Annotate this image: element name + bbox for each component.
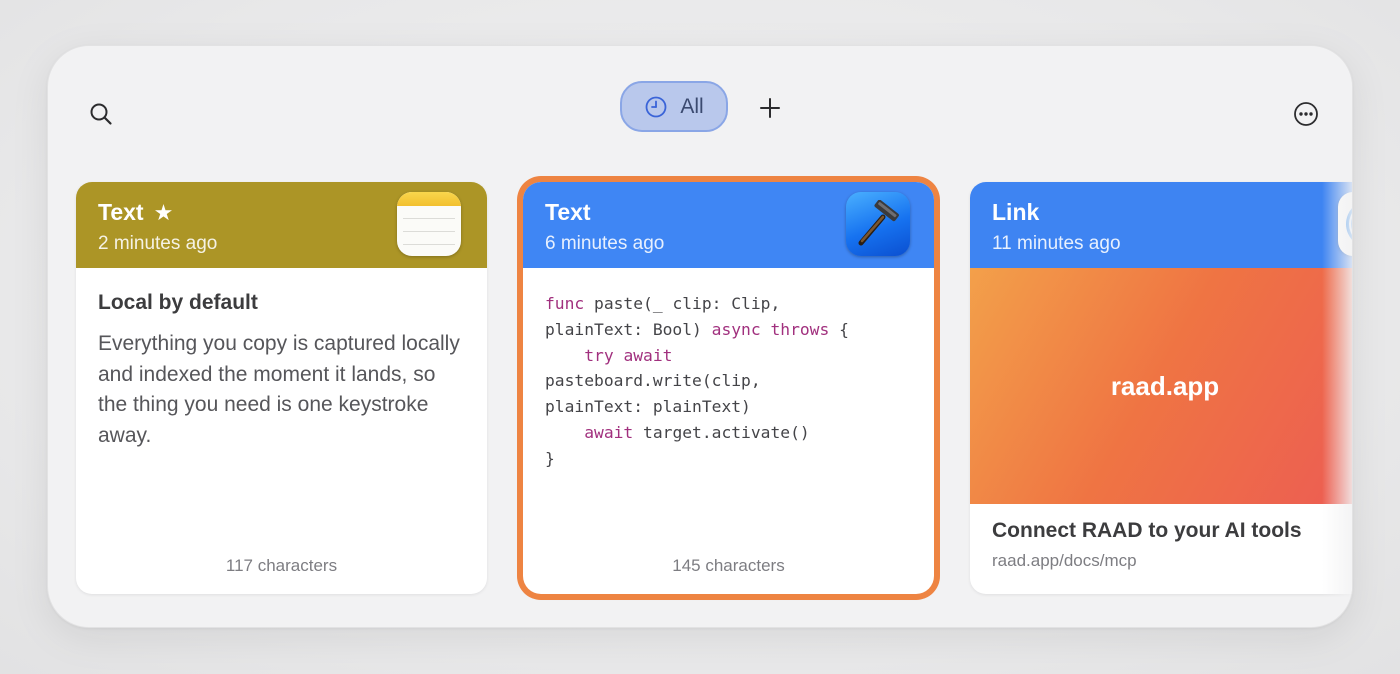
ellipsis-circle-icon: [1294, 102, 1318, 126]
desktop-background: All Text ★ 2 minutes ago Local by defaul…: [0, 0, 1400, 674]
code-line: }: [545, 446, 912, 472]
code-line: func paste(_ clip: Clip,: [545, 291, 912, 317]
clip-card-code-selected[interactable]: Text 6 minutes ago func paste(_ clip: Cl…: [523, 182, 934, 594]
code-keyword: throws: [770, 319, 830, 339]
filter-all-label: All: [680, 94, 704, 118]
card-type-title: Link: [992, 199, 1352, 226]
search-button[interactable]: [83, 96, 119, 132]
code-keyword: func: [545, 294, 585, 313]
clip-text: Everything you copy is captured locally …: [98, 332, 460, 447]
notes-app-icon: [397, 192, 461, 256]
card-header: Link 11 minutes ago: [970, 182, 1352, 268]
search-icon: [90, 103, 112, 125]
card-header: Text 6 minutes ago: [523, 182, 934, 268]
clip-card-text-notes[interactable]: Text ★ 2 minutes ago Local by default Ev…: [76, 182, 487, 594]
code-token: paste(_ clip: Clip,: [584, 294, 781, 313]
hammer-icon: [858, 200, 899, 246]
card-timestamp: 11 minutes ago: [992, 233, 1121, 254]
card-header: Text ★ 2 minutes ago: [76, 182, 487, 268]
code-keyword: await: [584, 422, 634, 442]
code-keyword: await: [623, 345, 673, 365]
code-token: {: [829, 319, 849, 339]
card-type-label: Text: [545, 199, 591, 225]
filter-all-tab[interactable]: All: [620, 81, 728, 132]
code-line: pasteboard.write(clip,: [545, 368, 912, 394]
link-url: raad.app/docs/mcp: [992, 551, 1137, 570]
code-token: target.activate(): [633, 422, 810, 442]
code-token: plainText: Bool): [545, 319, 712, 339]
card-body: Local by default Everything you copy is …: [76, 268, 487, 471]
clip-heading: Local by default: [98, 291, 258, 314]
compass-icon: [1346, 208, 1352, 240]
add-filter-button[interactable]: [752, 90, 788, 126]
link-preview-domain: raad.app: [1110, 370, 1220, 401]
code-line: plainText: plainText): [545, 394, 912, 420]
link-preview-image: raad.app: [970, 268, 1352, 504]
code-token: plainText: plainText): [545, 397, 751, 417]
card-type-label: Link: [992, 199, 1040, 225]
more-options-button[interactable]: [1288, 96, 1324, 132]
code-snippet: func paste(_ clip: Clip, plainText: Bool)…: [545, 291, 912, 472]
code-keyword: async: [711, 319, 761, 339]
character-count: 117 characters: [225, 556, 338, 575]
code-line: try await: [545, 343, 912, 369]
code-line: plainText: Bool) async throws {: [545, 317, 912, 343]
star-icon: ★: [153, 199, 174, 225]
clock-icon: [645, 96, 667, 117]
card-body: func paste(_ clip: Clip, plainText: Bool)…: [523, 268, 934, 492]
code-line: await target.activate(): [545, 420, 912, 446]
code-token: pasteboard.write(clip,: [545, 371, 761, 391]
card-type-label: Text: [98, 199, 144, 225]
character-count: 145 characters: [672, 556, 785, 575]
xcode-app-icon: [846, 192, 910, 256]
code-keyword: try: [584, 345, 614, 365]
link-title: Connect RAAD to your AI tools: [992, 519, 1302, 542]
clip-card-link[interactable]: Link 11 minutes ago raad.app Connect RAA…: [970, 182, 1352, 594]
safari-app-icon: [1338, 192, 1352, 256]
clipboard-panel: All Text ★ 2 minutes ago Local by defaul…: [47, 45, 1353, 628]
plus-icon: [760, 98, 780, 118]
link-details: Connect RAAD to your AI tools raad.app/d…: [970, 504, 1352, 586]
code-token: }: [545, 448, 555, 468]
